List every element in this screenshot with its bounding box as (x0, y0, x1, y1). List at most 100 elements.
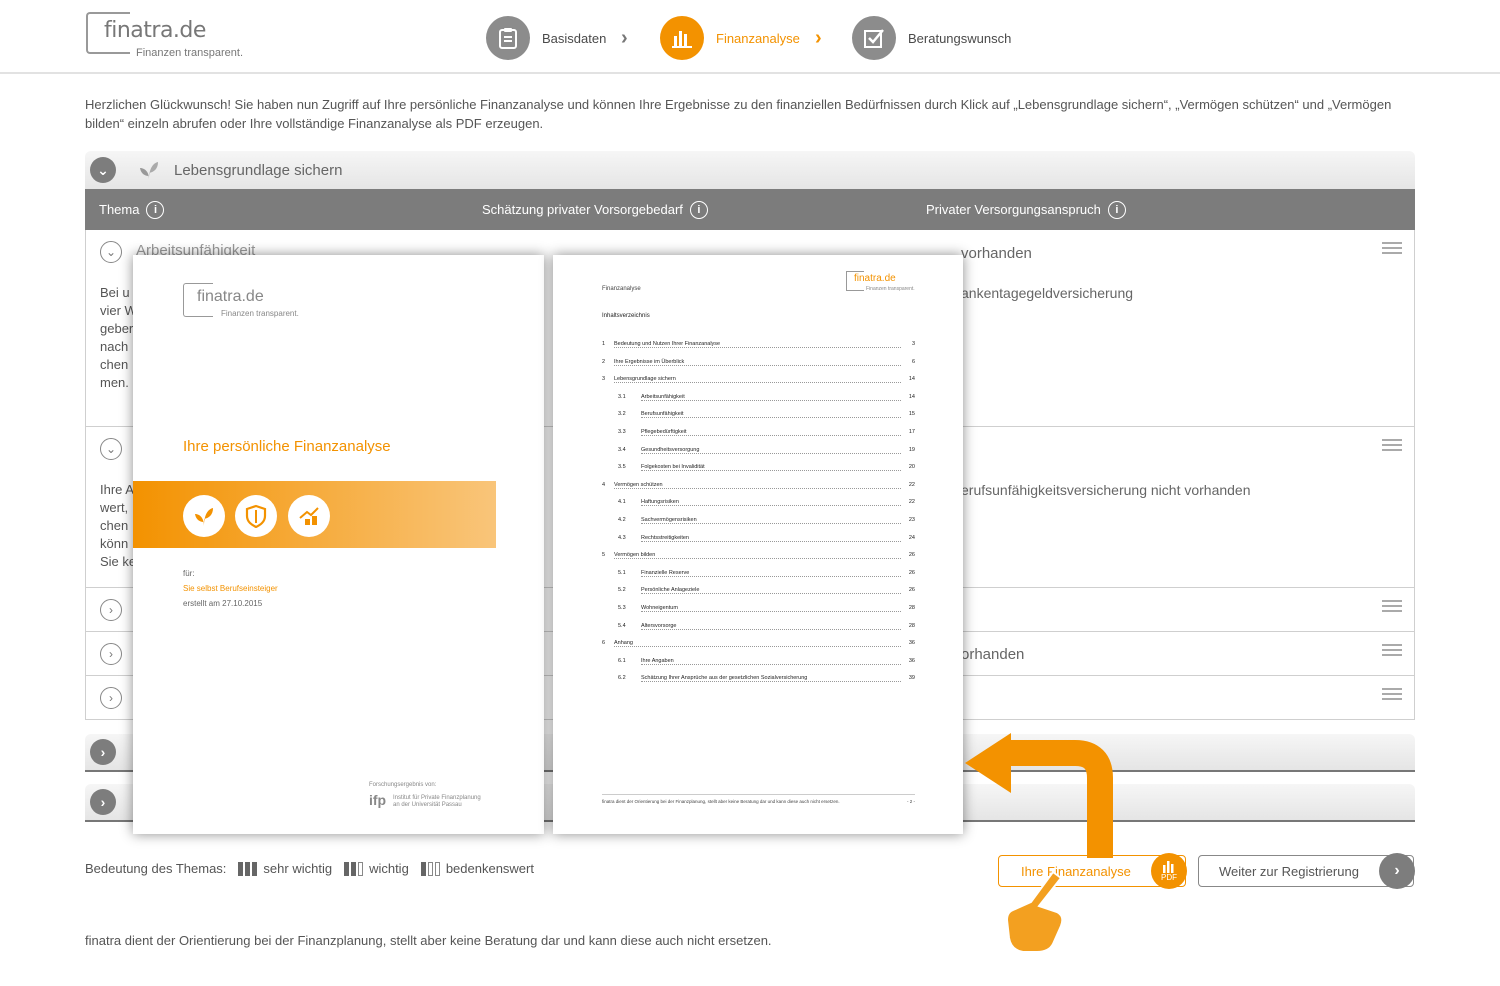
for-name: Sie selbst Berufseinsteiger (183, 584, 278, 593)
chevron-down-icon[interactable]: ⌄ (90, 157, 116, 183)
toc-entry-page: 19 (908, 446, 915, 453)
pdf-label: PDF (1161, 872, 1177, 882)
toc-entry-page: 15 (908, 411, 915, 418)
col-label: Privater Versorgungsanspruch (926, 202, 1101, 217)
pdf-cover-page: finatra.de Finanzen transparent. Ihre pe… (133, 255, 544, 834)
pdf-chart-icon: PDF (1151, 853, 1187, 889)
chevron-right-icon[interactable]: › (90, 739, 116, 765)
toc-entry-text: Ihre Ergebnisse im Überblick (614, 358, 687, 365)
toc-entry-text-wrap: Ihre Angaben (641, 657, 901, 665)
pdf-logo-tagline: Finanzen transparent. (221, 309, 299, 318)
toc-entry-text-wrap: Gesundheitsversorgung (641, 446, 901, 454)
toc-entry-page: 14 (908, 376, 915, 383)
section-lebensgrundlage[interactable]: ⌄ Lebensgrundlage sichern (85, 151, 1415, 189)
chevron-right-icon[interactable]: › (90, 789, 116, 815)
toc-entry-number: 5.3 (618, 604, 626, 611)
claim-status: vorhanden (961, 245, 1032, 262)
claim-status: orhanden (961, 646, 1025, 663)
toc-entry-text-wrap: Pflegebedürftigkeit (641, 428, 901, 436)
toc-entry-text: Gesundheitsversorgung (641, 446, 702, 453)
toc-entry-number: 3.1 (618, 393, 626, 400)
toc-entry-text: Arbeitsunfähigkeit (641, 393, 687, 400)
toc-entry-page: 6 (911, 358, 915, 365)
pdf-title: Ihre persönliche Finanzanalyse (183, 438, 391, 455)
toc-entry-page: 20 (908, 464, 915, 471)
menu-icon[interactable] (1382, 644, 1402, 659)
chevron-down-icon[interactable]: ⌄ (100, 241, 122, 263)
info-icon[interactable]: i (146, 200, 165, 219)
toc-entry-number: 6 (602, 640, 606, 647)
shield-icon (235, 495, 277, 537)
toc-entry-number: 4 (602, 481, 606, 488)
col-anspruch: Privater Versorgungsanspruch i (926, 189, 1126, 230)
step-finanzanalyse[interactable]: Finanzanalyse (660, 15, 800, 61)
toc-entry-page: 14 (908, 393, 915, 400)
legend-item: sehr wichtig (263, 861, 333, 876)
toc-footer: finatra dient der Orientierung bei der F… (602, 794, 915, 804)
toc-entry-page: 23 (908, 516, 915, 523)
toc-entry: 5.1 Finanzielle Reserve 26 (602, 569, 915, 588)
menu-icon[interactable] (1382, 600, 1402, 615)
chevron-right-icon[interactable]: › (100, 599, 122, 621)
toc-entry: 3.2 Berufsunfähigkeit 15 (602, 411, 915, 429)
toc-entry-page: 36 (908, 657, 915, 664)
pointing-hand-icon (1005, 870, 1064, 953)
toc-entry-page: 26 (908, 552, 915, 559)
toc-entry: 5.2 Persönliche Anlageziele 26 (602, 587, 915, 605)
toc-entry-number: 5.2 (618, 587, 626, 594)
toc-entry: 3.5 Folgekosten bei Invalidität 20 (602, 464, 915, 482)
registrierung-button[interactable]: Weiter zur Registrierung › (1198, 853, 1415, 889)
checkbox-icon (852, 16, 896, 60)
toc-entry: 4.1 Haftungsrisiken 22 (602, 499, 915, 517)
intro-text: Herzlichen Glückwunsch! Sie haben nun Zu… (85, 97, 1392, 131)
toc-entry-text: Ihre Angaben (641, 657, 676, 664)
toc-entry-text: Anhang (614, 640, 635, 647)
chevron-right-icon[interactable]: › (100, 687, 122, 709)
menu-icon[interactable] (1382, 242, 1402, 257)
step-beratungswunsch[interactable]: Beratungswunsch (852, 15, 1011, 61)
toc-entry-page: 39 (908, 675, 915, 682)
toc-entry-number: 1 (602, 341, 606, 347)
toc-entry-text-wrap: Schätzung Ihrer Ansprüche aus der gesetz… (641, 675, 901, 683)
toc-entry-number: 5.1 (618, 569, 626, 576)
toc-entry-number: 3.5 (618, 464, 626, 471)
ifp-logo: ifp (369, 792, 387, 808)
toc-entry: 6.1 Ihre Angaben 36 (602, 657, 915, 676)
col-label: Schätzung privater Vorsorgebedarf (482, 202, 683, 217)
toc-entry: 6 Anhang 36 (602, 640, 915, 658)
toc-entry-text-wrap: Arbeitsunfähigkeit (641, 393, 901, 401)
step-basisdaten[interactable]: Basisdaten (486, 15, 606, 61)
orange-arrow-icon (965, 733, 1113, 858)
toc-entry-number: 5.4 (618, 622, 626, 629)
ifp-line: Institut für Private Finanzplanung (393, 795, 481, 801)
toc-entry-number: 2 (602, 358, 606, 365)
toc-entry-page: 26 (908, 569, 915, 576)
toc-entry-text-wrap: Finanzielle Reserve (641, 569, 901, 577)
bar-chart-icon (660, 16, 704, 60)
chevron-down-icon[interactable]: ⌄ (100, 438, 122, 460)
coins-growth-icon (288, 495, 330, 537)
pdf-logo-tagline: Finanzen transparent. (866, 286, 915, 292)
claim-detail: ankentagegeldversicherung (961, 285, 1134, 301)
pdf-logo-name: finatra.de (854, 273, 896, 284)
info-icon[interactable]: i (689, 200, 708, 219)
bars-one-icon (420, 861, 440, 876)
toc-entry-page: 24 (908, 534, 915, 541)
pdf-toc-page: Finanzanalyse finatra.de Finanzen transp… (553, 255, 963, 834)
toc-entry-number: 6.1 (618, 657, 626, 664)
info-icon[interactable]: i (1107, 200, 1126, 219)
menu-icon[interactable] (1382, 688, 1402, 703)
toc-entry-text-wrap: Rechtsstreitigkeiten (641, 534, 901, 542)
toc-entry-text-wrap: Anhang (614, 640, 901, 648)
menu-icon[interactable] (1382, 439, 1402, 454)
toc-entry: 3.3 Pflegebedürftigkeit 17 (602, 428, 915, 447)
toc-entry-text: Rechtsstreitigkeiten (641, 534, 691, 541)
chevron-right-icon[interactable]: › (100, 643, 122, 665)
toc-entry: 4 Vermögen schützen 22 (602, 481, 915, 500)
step-label: Beratungswunsch (908, 30, 1012, 46)
toc-entry: 2 Ihre Ergebnisse im Überblick 6 (602, 358, 915, 377)
table-header: Thema i Schätzung privater Vorsorgebedar… (85, 189, 1415, 230)
finatra-logo[interactable]: finatra.de Finanzen transparent. (86, 10, 246, 62)
toc-entry-text: Folgekosten bei Invalidität (641, 464, 707, 471)
toc-entry-number: 4.3 (618, 534, 626, 541)
